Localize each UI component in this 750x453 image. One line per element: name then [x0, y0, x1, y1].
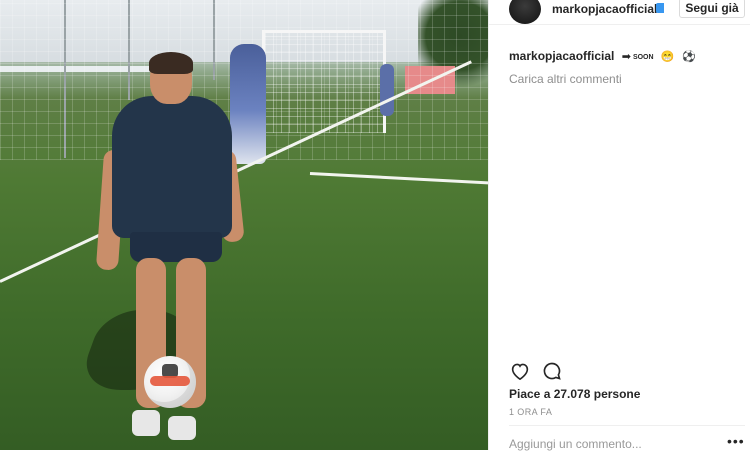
comment-icon[interactable] [541, 360, 563, 382]
divider [509, 425, 745, 426]
caption: markopjacaofficial ➡ SOON 😁 ⚽ [509, 49, 696, 63]
grin-emoji-icon: 😁 [660, 51, 675, 63]
post-photo[interactable] [0, 0, 488, 450]
soon-label: SOON [632, 53, 654, 61]
soon-arrow-icon: ➡ SOON [621, 51, 654, 63]
heart-icon[interactable] [509, 360, 531, 382]
player-shoe [132, 410, 160, 436]
football [144, 356, 196, 408]
training-dummy [230, 44, 266, 164]
load-more-comments-link[interactable]: Carica altri commenti [509, 72, 622, 86]
pitch-line [309, 172, 488, 185]
add-comment-input[interactable] [507, 435, 721, 453]
header-username[interactable]: markopjacaofficial [552, 2, 657, 16]
follow-button[interactable]: Segui già [679, 0, 745, 18]
post-sidebar: markopjacaofficial Segui già markopjacao… [488, 0, 750, 453]
training-dummy [380, 64, 394, 116]
player-hair [149, 52, 193, 74]
caption-username[interactable]: markopjacaofficial [509, 49, 614, 63]
comments-area [499, 90, 747, 358]
more-options-icon[interactable]: ••• [727, 433, 745, 449]
avatar[interactable] [509, 0, 541, 24]
goal-net [262, 30, 386, 133]
post-timestamp: 1 ORA FA [509, 407, 553, 417]
player-shoe [168, 416, 196, 440]
verified-badge-icon [656, 3, 664, 13]
soccer-ball-emoji-icon: ⚽ [681, 51, 696, 63]
likes-count[interactable]: Piace a 27.078 persone [509, 387, 640, 401]
post-header: markopjacaofficial Segui già [489, 0, 750, 25]
player-shirt [112, 96, 232, 238]
